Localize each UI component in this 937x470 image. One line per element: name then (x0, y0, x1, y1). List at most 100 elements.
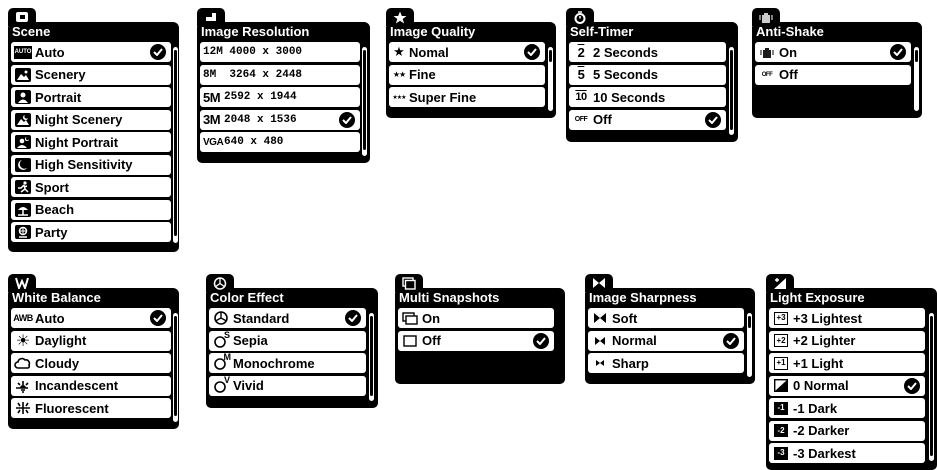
stacked-frames-icon[interactable] (395, 274, 423, 292)
item-label: Cloudy (35, 355, 80, 371)
scroll-thumb[interactable] (748, 316, 751, 328)
item-label: Night Portrait (35, 134, 119, 150)
item-label: Auto (35, 310, 65, 326)
scene-item-portrait[interactable]: Portrait (11, 87, 171, 107)
beach-icon (14, 202, 32, 218)
scroll-thumb[interactable] (730, 50, 733, 130)
scenery-icon (14, 67, 32, 83)
scroll-thumb[interactable] (174, 316, 177, 416)
scene-item-auto[interactable]: AUTO Auto (11, 42, 171, 62)
bulb-icon (14, 378, 32, 394)
star-icon[interactable] (386, 8, 414, 26)
sharpness-icon[interactable] (585, 274, 613, 292)
ev-minus2-icon: -2 (772, 423, 790, 439)
wb-item-incandescent[interactable]: Incandescent (11, 375, 171, 396)
resolution-item-5m[interactable]: 5M 2592 x 1944 (200, 87, 360, 107)
5m-icon: 5M (203, 89, 221, 105)
color-item-sepia[interactable]: S Sepia (209, 330, 366, 351)
item-label: -1 Dark (793, 400, 838, 416)
item-label: Normal (612, 333, 657, 348)
item-label: +1 Light (793, 355, 844, 371)
scrollbar[interactable] (172, 312, 179, 423)
one-star-icon: ★ (393, 44, 405, 59)
sharpness-item-soft[interactable]: Soft (588, 308, 744, 328)
item-label: High Sensitivity (35, 157, 133, 172)
timer-item-10-seconds[interactable]: 10 10 Seconds (569, 87, 726, 107)
scroll-thumb[interactable] (363, 50, 366, 150)
exposure-item-zero[interactable]: 0 Normal (769, 375, 925, 396)
scroll-thumb[interactable] (930, 316, 933, 456)
item-label: On (779, 44, 798, 60)
quality-item-super-fine[interactable]: ★★★ Super Fine (389, 87, 545, 107)
sharp-icon (591, 355, 609, 371)
scene-item-high-sensitivity[interactable]: High Sensitivity (11, 154, 171, 175)
color-item-standard[interactable]: Standard (209, 308, 366, 328)
vga-icon: VGA (203, 136, 224, 148)
exposure-item-minus2[interactable]: -2 -2 Darker (769, 420, 925, 441)
scene-item-night-portrait[interactable]: Night Portrait (11, 132, 171, 152)
white-balance-icon[interactable] (8, 274, 36, 292)
portrait-icon (14, 89, 32, 105)
exposure-item-plus2[interactable]: +2 +2 Lighter (769, 330, 925, 351)
color-item-vivid[interactable]: V Vivid (209, 375, 366, 396)
high-sensitivity-icon (14, 157, 32, 173)
scroll-thumb[interactable] (370, 316, 373, 396)
wb-item-auto[interactable]: AWB Auto (11, 308, 171, 328)
wb-item-cloudy[interactable]: Cloudy (11, 353, 171, 373)
exposure-item-plus1[interactable]: +1 +1 Light (769, 353, 925, 373)
item-label: Sharp (612, 355, 649, 371)
check-icon (705, 111, 721, 128)
scrollbar[interactable] (913, 46, 920, 112)
scrollbar[interactable] (172, 46, 179, 244)
sharpness-item-sharp[interactable]: Sharp (588, 353, 744, 373)
multi-item-off[interactable]: Off (398, 330, 554, 351)
scene-item-party[interactable]: Party (11, 222, 171, 242)
exposure-item-minus1[interactable]: -1 -1 Dark (769, 398, 925, 418)
quality-item-nomal[interactable]: ★ Nomal (389, 42, 545, 62)
scrollbar[interactable] (368, 312, 375, 402)
scrollbar[interactable] (361, 46, 368, 157)
resolution-item-vga[interactable]: VGA 640 x 480 (200, 132, 360, 152)
item-label: Sepia (233, 333, 268, 348)
ev-minus1-icon: -1 (772, 400, 790, 416)
3m-icon: 3M (203, 112, 221, 127)
scene-item-scenery[interactable]: Scenery (11, 64, 171, 85)
exposure-icon[interactable] (766, 274, 794, 292)
hand-shake-icon[interactable] (752, 8, 780, 26)
color-item-monochrome[interactable]: M Monochrome (209, 352, 366, 373)
scroll-thumb[interactable] (549, 50, 552, 62)
scrollbar[interactable] (928, 312, 935, 462)
awb-icon: AWB (13, 313, 33, 323)
scene-item-beach[interactable]: Beach (11, 199, 171, 220)
scene-item-sport[interactable]: Sport (11, 177, 171, 197)
scroll-thumb[interactable] (174, 50, 177, 236)
color-circles-icon[interactable] (206, 274, 234, 292)
sharpness-item-normal[interactable]: Normal (588, 330, 744, 351)
resolution-icon[interactable] (197, 8, 225, 26)
item-label: +2 Lighter (793, 333, 856, 348)
multi-item-on[interactable]: On (398, 308, 554, 328)
multi-snapshots-menu: Multi Snapshots On Off (395, 274, 565, 384)
scene-mode-icon[interactable] (8, 8, 36, 26)
wb-item-daylight[interactable]: ☀ Daylight (11, 330, 171, 351)
anti-shake-item-on[interactable]: On (755, 42, 911, 62)
timer-5-icon: 5 (577, 67, 585, 82)
scroll-thumb[interactable] (915, 50, 918, 62)
exposure-item-plus3[interactable]: +3 +3 Lightest (769, 308, 925, 328)
resolution-item-8m[interactable]: 8M 3264 x 2448 (200, 64, 360, 85)
resolution-item-3m[interactable]: 3M 2048 x 1536 (200, 109, 360, 130)
anti-shake-item-off[interactable]: OFF Off (755, 64, 911, 85)
timer-item-2-seconds[interactable]: 2 2 Seconds (569, 42, 726, 62)
timer-icon[interactable] (566, 8, 594, 26)
timer-item-5-seconds[interactable]: 5 5 Seconds (569, 64, 726, 85)
scene-item-night-scenery[interactable]: Night Scenery (11, 109, 171, 130)
resolution-item-12m[interactable]: 12M 4000 x 3000 (200, 42, 360, 62)
timer-item-off[interactable]: OFF Off (569, 109, 726, 130)
wb-item-fluorescent[interactable]: Fluorescent (11, 398, 171, 418)
scrollbar[interactable] (547, 46, 554, 112)
scrollbar[interactable] (746, 312, 753, 378)
ev-plus2-icon: +2 (772, 333, 790, 349)
scrollbar[interactable] (728, 46, 735, 136)
quality-item-fine[interactable]: ★★ Fine (389, 64, 545, 85)
exposure-item-minus3[interactable]: -3 -3 Darkest (769, 443, 925, 463)
